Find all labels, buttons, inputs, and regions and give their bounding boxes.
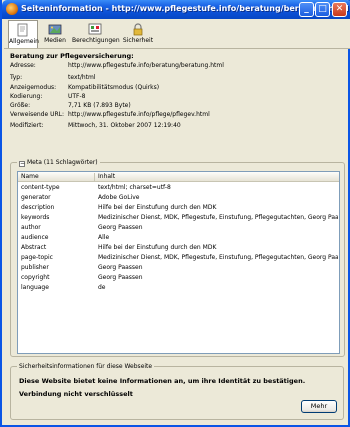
column-header-content[interactable]: Inhalt (98, 173, 115, 180)
tab-label: Medien (44, 37, 66, 44)
meta-content-cell: Georg Paassen (98, 274, 143, 281)
maximize-button[interactable]: □ (315, 2, 330, 17)
meta-name-cell: audience (21, 234, 49, 241)
meta-name-cell: content-type (21, 184, 60, 191)
meta-content-cell: Georg Paassen (98, 264, 143, 271)
referrer-label: Verweisende URL: (10, 111, 65, 118)
tab-label: Berechtigungen (72, 37, 120, 44)
meta-content-cell: Medizinischer Dienst, MDK, Pflegestufe, … (98, 214, 338, 221)
meta-content-cell: Medizinischer Dienst, MDK, Pflegestufe, … (98, 254, 338, 261)
security-legend: Sicherheitsinformationen für diese Webse… (17, 363, 155, 370)
size-label: Größe: (10, 102, 31, 109)
mode-value: Kompatibilitätsmodus (Quirks) (68, 84, 160, 91)
tab-label: Allgemein (9, 38, 39, 45)
permissions-icon (88, 23, 102, 35)
meta-name-cell: generator (21, 194, 51, 201)
more-button[interactable]: Mehr (301, 400, 337, 413)
meta-table[interactable]: Name Inhalt content-type text/html; char… (17, 171, 340, 354)
meta-legend: − Meta (11 Schlagwörter) (17, 159, 100, 167)
size-value: 7,71 KB (7.893 Byte) (68, 102, 131, 109)
encryption-status-text: Verbindung nicht verschlüsselt (19, 390, 133, 398)
table-row[interactable]: content-type text/html; charset=utf-8 (18, 183, 339, 193)
security-groupbox: Sicherheitsinformationen für diese Webse… (10, 363, 344, 420)
meta-content-cell: Alle (98, 234, 110, 241)
table-row[interactable]: description Hilfe bei der Einstufung dur… (18, 203, 339, 213)
type-label: Typ: (10, 74, 23, 81)
table-row[interactable]: language de (18, 283, 339, 293)
tab-sicherheit[interactable]: Sicherheit (120, 20, 156, 48)
table-row[interactable]: audience Alle (18, 233, 339, 243)
encoding-label: Kodierung: (10, 93, 43, 100)
general-panel: Beratung zur Pflegeversicherung: Adresse… (7, 49, 347, 360)
tab-medien[interactable]: Medien (40, 20, 70, 48)
meta-content-cell: Adobe GoLive (98, 194, 140, 201)
identity-status-text: Diese Website bietet keine Informationen… (19, 377, 306, 385)
firefox-icon (6, 3, 18, 15)
minimize-button[interactable]: _ (299, 2, 314, 17)
table-row[interactable]: keywords Medizinischer Dienst, MDK, Pfle… (18, 213, 339, 223)
tab-allgemein[interactable]: Allgemein (8, 20, 39, 48)
page-info-icon (17, 23, 28, 37)
lock-icon (133, 23, 143, 36)
meta-name-cell: keywords (21, 214, 50, 221)
encoding-value: UTF-8 (68, 93, 86, 100)
page-heading: Beratung zur Pflegeversicherung: (10, 52, 134, 60)
meta-groupbox: − Meta (11 Schlagwörter) Name Inhalt cont… (10, 159, 345, 357)
modified-label: Modifiziert: (10, 122, 44, 129)
meta-name-cell: copyright (21, 274, 50, 281)
table-row[interactable]: copyright Georg Paassen (18, 273, 339, 283)
type-value: text/html (68, 74, 96, 81)
meta-content-cell: de (98, 284, 106, 291)
meta-content-cell: Hilfe bei der Einstufung durch den MDK (98, 204, 217, 211)
table-row[interactable]: publisher Georg Paassen (18, 263, 339, 273)
meta-name-cell: page-topic (21, 254, 53, 261)
table-row[interactable]: Abstract Hilfe bei der Einstufung durch … (18, 243, 339, 253)
meta-name-cell: language (21, 284, 49, 291)
title-bar[interactable]: Seiteninformation - http://www.pflegestu… (2, 0, 350, 19)
meta-content-cell: Hilfe bei der Einstufung durch den MDK (98, 244, 217, 251)
close-button[interactable]: ✕ (332, 2, 347, 17)
mode-label: Anzeigemodus: (10, 84, 57, 91)
meta-table-header: Name Inhalt (18, 172, 339, 182)
meta-collapse-toggle[interactable]: − (19, 161, 25, 167)
tab-toolbar: Allgemein Medien Berechtigungen Sicherhe… (4, 19, 350, 49)
media-icon (48, 24, 62, 35)
meta-content-cell: text/html; charset=utf-8 (98, 184, 171, 191)
meta-name-cell: author (21, 224, 41, 231)
address-label: Adresse: (10, 62, 36, 69)
page-info-window: Seiteninformation - http://www.pflegestu… (0, 0, 350, 427)
meta-name-cell: description (21, 204, 55, 211)
table-row[interactable]: author Georg Paassen (18, 223, 339, 233)
meta-legend-label: Meta (11 Schlagwörter) (27, 159, 98, 166)
column-header-name[interactable]: Name (21, 173, 39, 180)
tab-label: Sicherheit (122, 37, 154, 44)
meta-name-cell: Abstract (21, 244, 47, 251)
column-divider[interactable] (94, 173, 95, 181)
table-row[interactable]: generator Adobe GoLive (18, 193, 339, 203)
table-row[interactable]: page-topic Medizinischer Dienst, MDK, Pf… (18, 253, 339, 263)
modified-value: Mittwoch, 31. Oktober 2007 12:19:40 (68, 122, 181, 129)
address-value: http://www.pflegestufe.info/beratung/ber… (68, 62, 224, 69)
referrer-value: http://www.pflegestufe.info/pflege/pfleg… (68, 111, 210, 118)
meta-name-cell: publisher (21, 264, 49, 271)
meta-content-cell: Georg Paassen (98, 224, 143, 231)
tab-berechtigungen[interactable]: Berechtigungen (72, 20, 120, 48)
